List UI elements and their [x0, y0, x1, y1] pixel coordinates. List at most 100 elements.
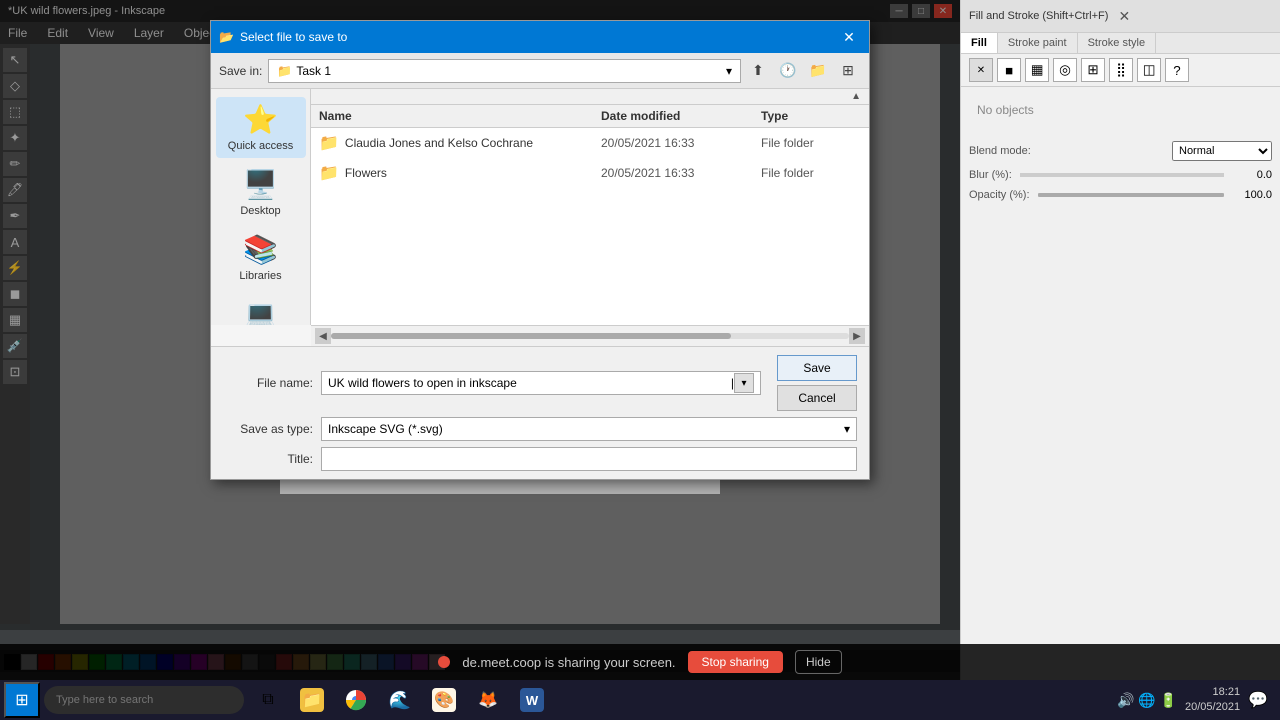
folder-icon-flowers: 📁: [319, 163, 339, 183]
blur-bar: [1020, 173, 1224, 177]
fill-mesh-btn[interactable]: ⊞: [1081, 58, 1105, 82]
blur-row: Blur (%): 0.0: [961, 165, 1280, 185]
save-in-label: Save in:: [219, 64, 262, 78]
taskbar-app-inkscape[interactable]: 🎨: [424, 682, 464, 718]
file-date-claudia: 20/05/2021 16:33: [601, 136, 761, 150]
taskbar-search-input[interactable]: [44, 686, 244, 714]
taskbar-app-file-explorer[interactable]: 📁: [292, 682, 332, 718]
fill-solid-btn[interactable]: ■: [997, 58, 1021, 82]
save-type-chevron: ▾: [844, 422, 850, 436]
desktop-icon: 🖥️: [243, 168, 278, 201]
fill-none-btn[interactable]: ✕: [969, 58, 993, 82]
save-in-container: Save in: 📁 Task 1 ▾: [219, 59, 741, 83]
title-input[interactable]: [321, 447, 857, 471]
opacity-row: Opacity (%): 100.0: [961, 185, 1280, 205]
blend-mode-label: Blend mode:: [969, 145, 1031, 157]
filename-row: File name: UK wild flowers to open in in…: [223, 355, 857, 411]
right-panel-close[interactable]: ✕: [1112, 4, 1136, 28]
dialog-file-area: ▲ Name Date modified Type 📁 Claudia Jone…: [311, 89, 869, 325]
save-type-dropdown[interactable]: Inkscape SVG (*.svg) ▾: [321, 417, 857, 441]
dialog-body: ⭐ Quick access 🖥️ Desktop 📚 Libraries 💻 …: [211, 89, 869, 325]
libraries-icon: 📚: [243, 233, 278, 266]
blend-mode-row: Blend mode: Normal Multiply Screen: [961, 137, 1280, 165]
tab-stroke-style[interactable]: Stroke style: [1078, 33, 1156, 53]
right-panel-header: Fill and Stroke (Shift+Ctrl+F) ✕: [961, 0, 1280, 33]
sidebar-libraries[interactable]: 📚 Libraries: [216, 227, 306, 288]
taskbar-app-firefox[interactable]: 🦊: [468, 682, 508, 718]
taskbar-app-word[interactable]: W: [512, 682, 552, 718]
file-name-flowers: 📁 Flowers: [319, 163, 601, 183]
table-row[interactable]: 📁 Flowers 20/05/2021 16:33 File folder: [311, 158, 869, 188]
taskbar-right: 🔊 🌐 🔋 18:21 20/05/2021 💬: [1117, 685, 1276, 716]
tab-fill[interactable]: Fill: [961, 33, 998, 53]
filename-label: File name:: [223, 376, 313, 390]
cancel-button[interactable]: Cancel: [777, 385, 857, 411]
sidebar-desktop[interactable]: 🖥️ Desktop: [216, 162, 306, 223]
notification-icon[interactable]: 💬: [1248, 690, 1268, 710]
dialog-toolbar: Save in: 📁 Task 1 ▾ ⬆ 🕐 📁 ⊞: [211, 53, 869, 89]
save-type-row: Save as type: Inkscape SVG (*.svg) ▾: [223, 417, 857, 441]
save-dialog: 📂 Select file to save to ✕ Save in: 📁 Ta…: [210, 20, 870, 480]
blend-mode-select[interactable]: Normal Multiply Screen: [1172, 141, 1272, 161]
right-panel-title: Fill and Stroke (Shift+Ctrl+F): [969, 10, 1108, 22]
edge-icon: 🌊: [388, 688, 412, 712]
scroll-thumb: [331, 333, 731, 339]
taskbar-app-edge[interactable]: 🌊: [380, 682, 420, 718]
stop-sharing-button[interactable]: Stop sharing: [688, 651, 783, 673]
sidebar-this-pc[interactable]: 💻 This PC: [216, 292, 306, 325]
tab-stroke-paint[interactable]: Stroke paint: [998, 33, 1078, 53]
toolbar-new-folder-btn[interactable]: 📁: [805, 58, 831, 84]
scroll-right-btn[interactable]: ▶: [849, 328, 865, 344]
inkscape-icon: 🎨: [432, 688, 456, 712]
file-list-header: Name Date modified Type: [311, 105, 869, 128]
opacity-label: Opacity (%):: [969, 189, 1030, 201]
toolbar-recent-btn[interactable]: 🕐: [775, 58, 801, 84]
dialog-close-button[interactable]: ✕: [837, 25, 861, 49]
save-cancel-buttons: Save Cancel: [777, 355, 857, 411]
firefox-icon: 🦊: [476, 688, 500, 712]
quick-access-icon: ⭐: [243, 103, 278, 136]
dialog-bottom: File name: UK wild flowers to open in in…: [211, 346, 869, 479]
right-panel-tabs: Fill Stroke paint Stroke style: [961, 33, 1280, 54]
fill-pattern-btn[interactable]: ⣿: [1109, 58, 1133, 82]
chrome-icon: [344, 688, 368, 712]
save-in-dropdown[interactable]: 📁 Task 1 ▾: [268, 59, 741, 83]
save-in-folder-icon: 📁: [277, 64, 292, 78]
fill-swatch-btn[interactable]: ◫: [1137, 58, 1161, 82]
hide-button[interactable]: Hide: [795, 650, 842, 674]
toolbar-up-btn[interactable]: ⬆: [745, 58, 771, 84]
header-name[interactable]: Name: [319, 109, 601, 123]
sharing-message: de.meet.coop is sharing your screen.: [462, 655, 675, 670]
file-date-flowers: 20/05/2021 16:33: [601, 166, 761, 180]
this-pc-icon: 💻: [243, 298, 278, 325]
filename-input-container[interactable]: UK wild flowers to open in inkscape | ▾: [321, 371, 761, 395]
toolbar-view-btn[interactable]: ⊞: [835, 58, 861, 84]
filename-dropdown-btn[interactable]: ▾: [734, 373, 754, 393]
taskbar: ⊞ ⧉ 📁 🌊 🎨 🦊 W 🔊 🌐 🔋 18:21 20/05/2021 💬: [0, 680, 1280, 720]
scroll-left-btn[interactable]: ◀: [315, 328, 331, 344]
no-objects-text: No objects: [969, 95, 1272, 125]
title-row: Title:: [223, 447, 857, 471]
save-button[interactable]: Save: [777, 355, 857, 381]
sharing-indicator: [438, 656, 450, 668]
sidebar-quick-access[interactable]: ⭐ Quick access: [216, 97, 306, 158]
folder-icon-claudia: 📁: [319, 133, 339, 153]
table-row[interactable]: 📁 Claudia Jones and Kelso Cochrane 20/05…: [311, 128, 869, 158]
taskbar-app-task-view[interactable]: ⧉: [248, 682, 288, 718]
fill-radial-btn[interactable]: ◎: [1053, 58, 1077, 82]
header-date[interactable]: Date modified: [601, 109, 761, 123]
right-panel: Fill and Stroke (Shift+Ctrl+F) ✕ Fill St…: [960, 0, 1280, 720]
title-form-label: Title:: [223, 452, 313, 466]
start-button[interactable]: ⊞: [4, 682, 40, 718]
word-icon: W: [520, 688, 544, 712]
libraries-label: Libraries: [239, 270, 281, 282]
fill-linear-btn[interactable]: ▦: [1025, 58, 1049, 82]
save-type-label: Save as type:: [223, 422, 313, 436]
task-view-icon: ⧉: [256, 688, 280, 712]
scroll-track[interactable]: [331, 333, 849, 339]
file-explorer-icon: 📁: [300, 688, 324, 712]
fill-unknown-btn[interactable]: ?: [1165, 58, 1189, 82]
taskbar-app-chrome[interactable]: [336, 682, 376, 718]
header-type[interactable]: Type: [761, 109, 861, 123]
dialog-title-bar: 📂 Select file to save to ✕: [211, 21, 869, 53]
